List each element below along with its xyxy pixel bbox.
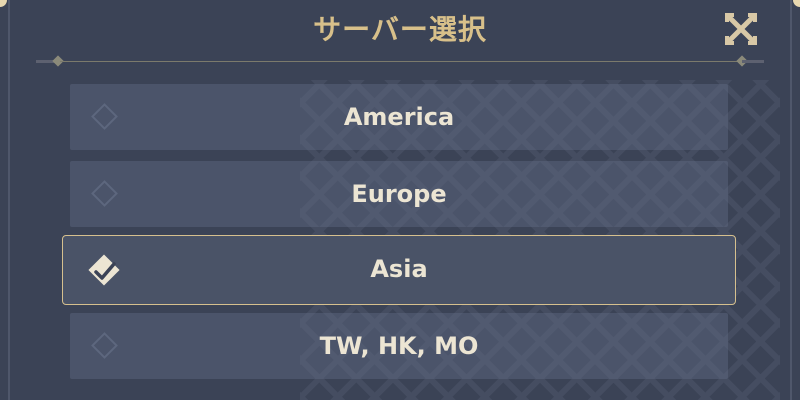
server-option-america[interactable]: America	[70, 84, 728, 150]
server-select-dialog: サーバー選択 America Europe Asia TW, HK, MO	[0, 0, 800, 400]
server-option-tw-hk-mo[interactable]: TW, HK, MO	[70, 313, 728, 379]
close-button[interactable]	[722, 10, 760, 48]
server-label: America	[343, 103, 455, 131]
server-option-europe[interactable]: Europe	[70, 161, 728, 227]
server-label: Asia	[370, 255, 428, 283]
server-option-asia[interactable]: Asia	[62, 235, 736, 305]
server-label: TW, HK, MO	[319, 332, 479, 360]
right-frame-line	[790, 0, 792, 400]
left-frame-line	[8, 0, 10, 400]
title-rule-tip-right	[742, 60, 764, 63]
close-x-icon	[725, 13, 757, 45]
corner-ornament-right	[793, 0, 800, 7]
server-label: Europe	[351, 180, 447, 208]
corner-ornament-left	[0, 0, 7, 7]
server-list: America Europe Asia TW, HK, MO	[62, 84, 736, 390]
title-divider	[60, 61, 740, 62]
dialog-title: サーバー選択	[313, 13, 487, 46]
